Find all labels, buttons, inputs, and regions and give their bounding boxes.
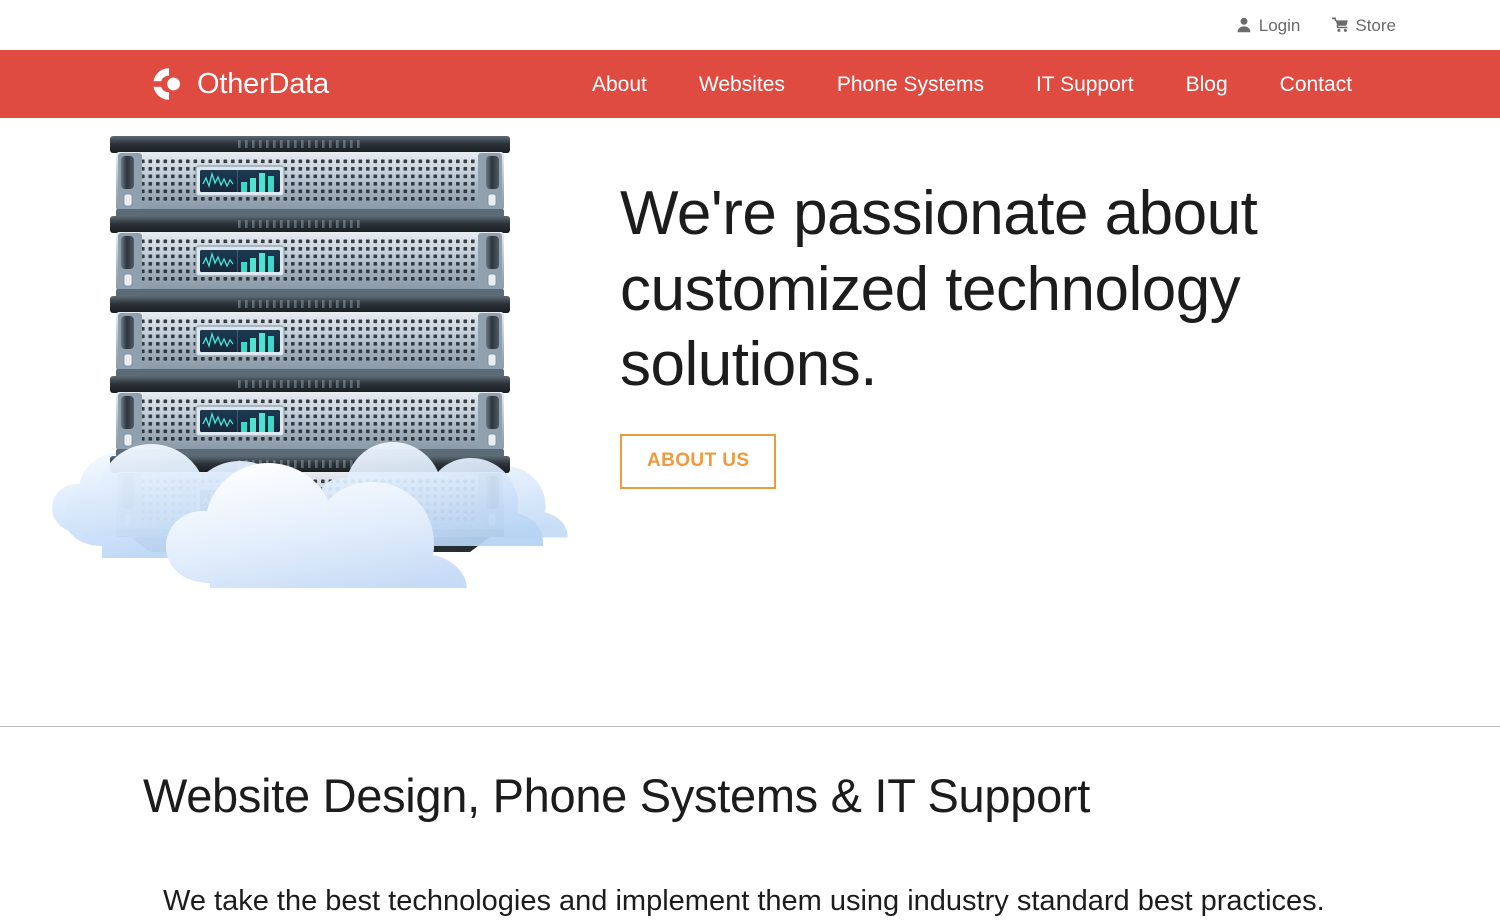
- nav-item-contact[interactable]: Contact: [1254, 74, 1378, 95]
- nav-item-websites[interactable]: Websites: [673, 74, 811, 95]
- shopping-cart-icon: [1332, 17, 1349, 33]
- services-heading: Website Design, Phone Systems & IT Suppo…: [143, 769, 1091, 822]
- user-icon: [1236, 17, 1252, 33]
- main-navigation-bar: OtherData About Websites Phone Systems I…: [0, 50, 1500, 118]
- login-link[interactable]: Login: [1236, 15, 1301, 35]
- server-stack-with-clouds-illustration: [50, 128, 580, 598]
- brand-name: OtherData: [197, 67, 329, 100]
- hero-illustration-container: [0, 118, 620, 726]
- brand-logo-link[interactable]: OtherData: [150, 65, 329, 103]
- hero-section: We're passionate about customized techno…: [0, 118, 1500, 726]
- services-section: Website Design, Phone Systems & IT Suppo…: [0, 727, 1500, 920]
- top-utility-bar: Login Store: [0, 0, 1500, 50]
- nav-item-it-support[interactable]: IT Support: [1010, 74, 1160, 95]
- nav-item-phone-systems[interactable]: Phone Systems: [811, 74, 1010, 95]
- store-label: Store: [1355, 15, 1396, 35]
- nav-item-about[interactable]: About: [566, 74, 673, 95]
- services-subtitle: We take the best technologies and implem…: [163, 884, 1325, 917]
- nav-item-blog[interactable]: Blog: [1160, 74, 1254, 95]
- login-label: Login: [1258, 15, 1301, 35]
- about-us-button[interactable]: ABOUT US: [620, 433, 777, 489]
- otherdata-logo-icon: [150, 65, 188, 103]
- hero-copy: We're passionate about customized techno…: [620, 118, 1500, 726]
- hero-headline: We're passionate about customized techno…: [620, 179, 1258, 400]
- primary-nav: About Websites Phone Systems IT Support …: [566, 74, 1378, 95]
- store-link[interactable]: Store: [1332, 17, 1396, 34]
